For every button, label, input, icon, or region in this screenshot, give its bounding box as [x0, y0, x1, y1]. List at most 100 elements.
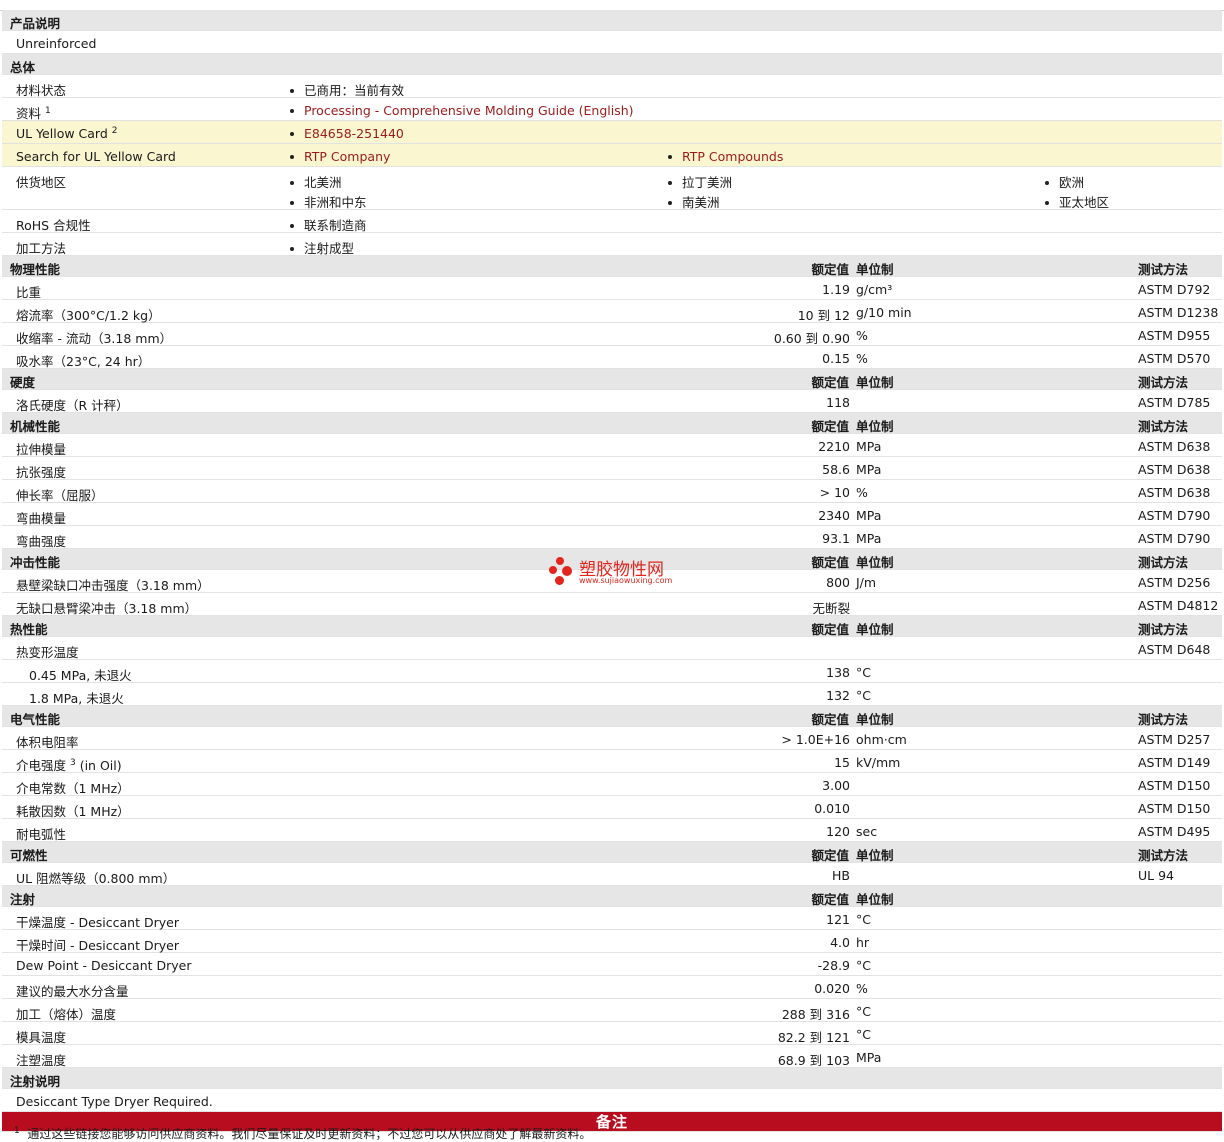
property-label: Dew Point - Desiccant Dryer	[16, 958, 192, 973]
property-unit: %	[856, 328, 868, 343]
property-value: 82.2 到 121	[777, 1030, 850, 1045]
product-desc-text: Unreinforced	[16, 36, 97, 51]
property-sections: 物理性能 额定值 单位制 测试方法 比重 1.19 g/cm³ ASTM D792 熔流率（30…	[2, 256, 1222, 1068]
property-unit: °C	[856, 1027, 871, 1042]
method-header: 测试方法	[1138, 712, 1189, 727]
documents-item: Processing - Comprehensive Molding Guide…	[290, 103, 634, 118]
property-unit: MPa	[856, 531, 882, 546]
property-row: 无缺口悬臂梁冲击（3.18 mm） 无断裂 ASTM D4812	[2, 593, 1222, 616]
property-value: HB	[832, 868, 850, 883]
supply-item: 拉丁美洲	[668, 172, 732, 191]
property-label: UL 阻燃等级（0.800 mm）	[16, 871, 176, 886]
unit-header: 单位制	[856, 892, 894, 907]
value-header: 额定值	[811, 375, 849, 390]
test-method: ASTM D785	[1138, 395, 1211, 410]
bullet-icon	[1045, 180, 1049, 185]
property-unit: kV/mm	[856, 755, 901, 770]
method-header: 测试方法	[1138, 555, 1189, 570]
property-row: 干燥时间 - Desiccant Dryer 4.0 hr	[2, 930, 1222, 953]
rtp-compounds-link[interactable]: RTP Compounds	[682, 149, 783, 164]
property-row: 弯曲强度 93.1 MPa ASTM D790	[2, 526, 1222, 549]
property-unit: g/10 min	[856, 305, 912, 320]
material-status-row: 材料状态 已商用：当前有效	[2, 75, 1222, 98]
property-row: 弯曲模量 2340 MPa ASTM D790	[2, 503, 1222, 526]
property-label: 注塑温度	[16, 1053, 67, 1068]
section-header: 机械性能 额定值 单位制 测试方法	[2, 413, 1222, 434]
property-label: 加工（熔体）温度	[16, 1007, 117, 1022]
property-value: 15	[834, 755, 850, 770]
bullet-icon	[290, 154, 294, 159]
ul-card-label: UL Yellow Card 2	[16, 126, 118, 142]
property-label: 体积电阻率	[16, 735, 79, 750]
method-header: 测试方法	[1138, 848, 1189, 863]
test-method: ASTM D955	[1138, 328, 1211, 343]
ul-card-link[interactable]: E84658-251440	[304, 126, 404, 141]
property-row: UL 阻燃等级（0.800 mm） HB UL 94	[2, 863, 1222, 886]
logo-dot-icon	[562, 566, 572, 576]
property-label: 熔流率（300°C/1.2 kg）	[16, 308, 161, 323]
property-value: 800	[826, 575, 850, 590]
property-row: 拉伸模量 2210 MPa ASTM D638	[2, 434, 1222, 457]
bullet-icon	[290, 131, 294, 136]
property-value: 2210	[818, 439, 850, 454]
unit-header: 单位制	[856, 555, 894, 570]
property-value: 无断裂	[812, 601, 850, 616]
property-unit: °C	[856, 688, 871, 703]
property-value: 0.15	[822, 351, 850, 366]
section-title: 机械性能	[10, 419, 61, 434]
property-value: 4.0	[830, 935, 850, 950]
supply-item: 非洲和中东	[290, 192, 367, 211]
property-label: 弯曲强度	[16, 534, 67, 549]
property-row: 1.8 MPa, 未退火 132 °C	[2, 683, 1222, 706]
footnote-number: 1	[14, 1126, 20, 1136]
value-header: 额定值	[811, 419, 849, 434]
test-method: ASTM D257	[1138, 732, 1211, 747]
logo-dot-icon	[549, 566, 557, 574]
property-unit: MPa	[856, 508, 882, 523]
injection-notes-text: Desiccant Type Dryer Required.	[16, 1094, 213, 1109]
property-row: 抗张强度 58.6 MPa ASTM D638	[2, 457, 1222, 480]
property-row: 耗散因数（1 MHz） 0.010 ASTM D150	[2, 796, 1222, 819]
property-value: 0.010	[814, 801, 850, 816]
test-method: ASTM D790	[1138, 531, 1211, 546]
property-label: 干燥温度 - Desiccant Dryer	[16, 915, 179, 930]
property-value: -28.9	[817, 958, 850, 973]
test-method: ASTM D4812	[1138, 598, 1219, 613]
property-row: 建议的最大水分含量 0.020%	[2, 976, 1222, 999]
property-value: 132	[826, 688, 850, 703]
processing-guide-link[interactable]: Processing - Comprehensive Molding Guide…	[304, 103, 634, 118]
property-value: 0.60 到 0.90	[773, 331, 850, 346]
property-label: 热变形温度	[16, 645, 79, 660]
property-value: 0.020	[814, 981, 850, 996]
watermark-url: www.sujiaowuxing.com	[579, 576, 673, 585]
supply-item: 欧洲	[1045, 172, 1084, 191]
bullet-icon	[668, 200, 672, 205]
test-method: ASTM D638	[1138, 485, 1211, 500]
property-value: 120	[826, 824, 850, 839]
section-header: 可燃性 额定值 单位制 测试方法	[2, 842, 1222, 863]
property-unit: °C	[856, 665, 871, 680]
section-header-product-desc: 产品说明	[2, 10, 1222, 31]
property-unit: sec	[856, 824, 878, 839]
property-unit: J/m	[856, 575, 877, 590]
value-header: 额定值	[811, 848, 849, 863]
property-label: 弯曲模量	[16, 511, 67, 526]
section-title: 物理性能	[10, 262, 61, 277]
method-header: 测试方法	[1138, 375, 1189, 390]
property-label: 无缺口悬臂梁冲击（3.18 mm）	[16, 601, 198, 616]
property-row: 伸长率（屈服） > 10% ASTM D638	[2, 480, 1222, 503]
property-row: 模具温度 82.2 到 121 °C	[2, 1022, 1222, 1045]
section-header: 热性能 额定值 单位制 测试方法	[2, 616, 1222, 637]
property-unit: %	[856, 351, 868, 366]
property-row: 体积电阻率 > 1.0E+16 ohm·cm ASTM D257	[2, 727, 1222, 750]
property-label: 收缩率 - 流动（3.18 mm）	[16, 331, 173, 346]
section-title: 产品说明	[10, 16, 61, 31]
section-header: 硬度 额定值 单位制 测试方法	[2, 369, 1222, 390]
section-title: 注射说明	[10, 1074, 61, 1089]
rtp-company-link[interactable]: RTP Company	[304, 149, 390, 164]
section-header: 电气性能 额定值 单位制 测试方法	[2, 706, 1222, 727]
property-unit: MPa	[856, 439, 882, 454]
unit-header: 单位制	[856, 622, 894, 637]
property-label: 耗散因数（1 MHz）	[16, 804, 130, 819]
test-method: ASTM D648	[1138, 642, 1211, 657]
